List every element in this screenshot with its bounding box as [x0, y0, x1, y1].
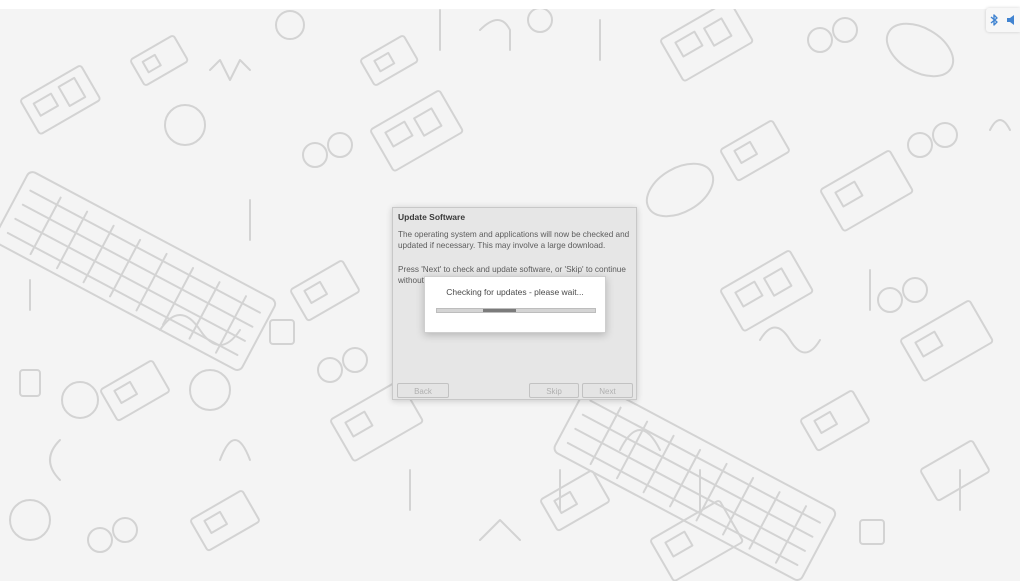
progress-message: Checking for updates - please wait... — [446, 287, 584, 297]
progress-bar-pulse — [483, 309, 516, 312]
skip-button[interactable]: Skip — [529, 383, 579, 398]
progress-dialog: Checking for updates - please wait... — [424, 276, 606, 333]
desktop: Update Software The operating system and… — [0, 0, 1020, 581]
next-button[interactable]: Next — [582, 383, 633, 398]
back-button[interactable]: Back — [397, 383, 449, 398]
wizard-title: Update Software — [398, 212, 466, 222]
wizard-description: The operating system and applications wi… — [398, 230, 630, 250]
progress-bar — [436, 308, 596, 313]
